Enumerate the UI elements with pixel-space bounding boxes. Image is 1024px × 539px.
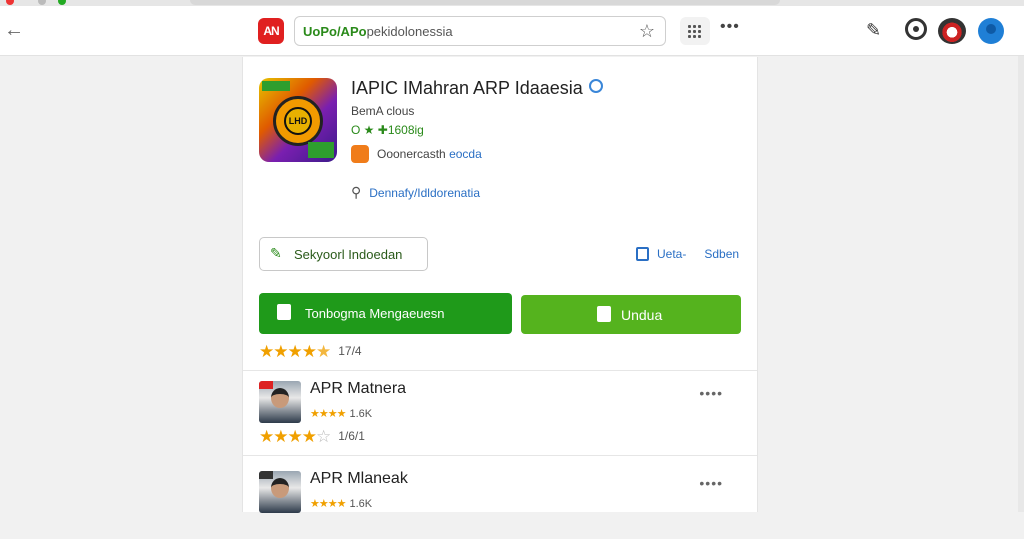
contact-icon xyxy=(351,145,369,163)
close-window-dot[interactable] xyxy=(6,0,14,5)
app-icon: LHD xyxy=(259,78,337,162)
app-detail-panel: LHD IAPIC IMahran ARP Idaaesia BemA clou… xyxy=(242,57,758,513)
download-secondary-button[interactable]: Undua xyxy=(521,295,741,334)
reload-dot[interactable] xyxy=(38,0,46,5)
back-arrow-icon[interactable]: ← xyxy=(4,19,24,41)
share-save-links[interactable]: Ueta- Sdben xyxy=(636,247,739,261)
bookmark-star-icon[interactable]: ☆ xyxy=(639,21,655,42)
related-app-thumbnail xyxy=(259,381,301,423)
related-app-thumbnail xyxy=(259,471,301,513)
app-title: IAPIC IMahran ARP Idaaesia xyxy=(351,78,603,99)
clipboard-icon xyxy=(636,247,649,261)
rating-row: ★★★★★ 17/4 xyxy=(259,342,362,361)
url-text: UoPo/APopekidolonessia xyxy=(303,24,453,39)
download-icon xyxy=(277,304,291,320)
secure-dot xyxy=(58,0,66,5)
mini-rating: ★★★★ 1.6K xyxy=(310,408,373,420)
rating-stars: ★★★★★ xyxy=(259,342,331,361)
category-link[interactable]: ⚲ Dennafy/Idldorenatia xyxy=(351,184,480,201)
related-app-item[interactable]: APR Mlaneak ★★★★ 1.6K •••• xyxy=(259,467,743,539)
divider xyxy=(243,455,757,456)
contact-link[interactable]: eocda xyxy=(449,147,482,161)
scrollbar[interactable] xyxy=(1018,56,1024,512)
download-primary-button[interactable]: Tonbogma Mengaeuesn xyxy=(259,293,512,334)
mini-rating: ★★★★ 1.6K xyxy=(310,498,373,510)
profile-avatar[interactable] xyxy=(978,18,1004,44)
apps-grid-icon[interactable] xyxy=(680,17,710,45)
save-link[interactable]: Sdben xyxy=(704,247,739,261)
pencil-icon: ✎ xyxy=(270,245,282,261)
developer-name[interactable]: BemA clous xyxy=(351,104,414,118)
address-bar[interactable]: UoPo/APopekidolonessia ☆ xyxy=(294,16,666,46)
edit-pen-icon[interactable]: ✎ xyxy=(866,20,881,41)
verified-icon xyxy=(588,79,603,93)
active-tab[interactable] xyxy=(190,0,780,5)
download-icon xyxy=(597,306,611,322)
more-options-icon[interactable]: •••• xyxy=(699,475,723,491)
browser-toolbar: ← AN UoPo/APopekidolonessia ☆ ••• ✎ xyxy=(0,6,1024,56)
settings-gear-icon[interactable] xyxy=(905,18,927,40)
share-link[interactable]: Ueta- xyxy=(657,247,686,261)
more-options-icon[interactable]: •••• xyxy=(699,385,723,401)
version-info: O ★ ✚1608ig xyxy=(351,123,424,137)
related-app-item[interactable]: APR Matnera ★★★★ 1.6K ★★★★☆ 1/6/1 •••• xyxy=(259,377,743,449)
contact-row[interactable]: Ooonercasth eocda xyxy=(351,145,482,163)
site-logo-icon[interactable]: AN xyxy=(258,18,284,44)
extension-icon[interactable] xyxy=(938,18,966,44)
more-menu-icon[interactable]: ••• xyxy=(720,18,740,36)
search-icon: ⚲ xyxy=(351,184,362,200)
select-button[interactable]: ✎ Sekyoorl Indoedan xyxy=(259,237,428,271)
divider xyxy=(243,370,757,371)
related-rating: ★★★★☆ 1/6/1 xyxy=(259,427,365,446)
